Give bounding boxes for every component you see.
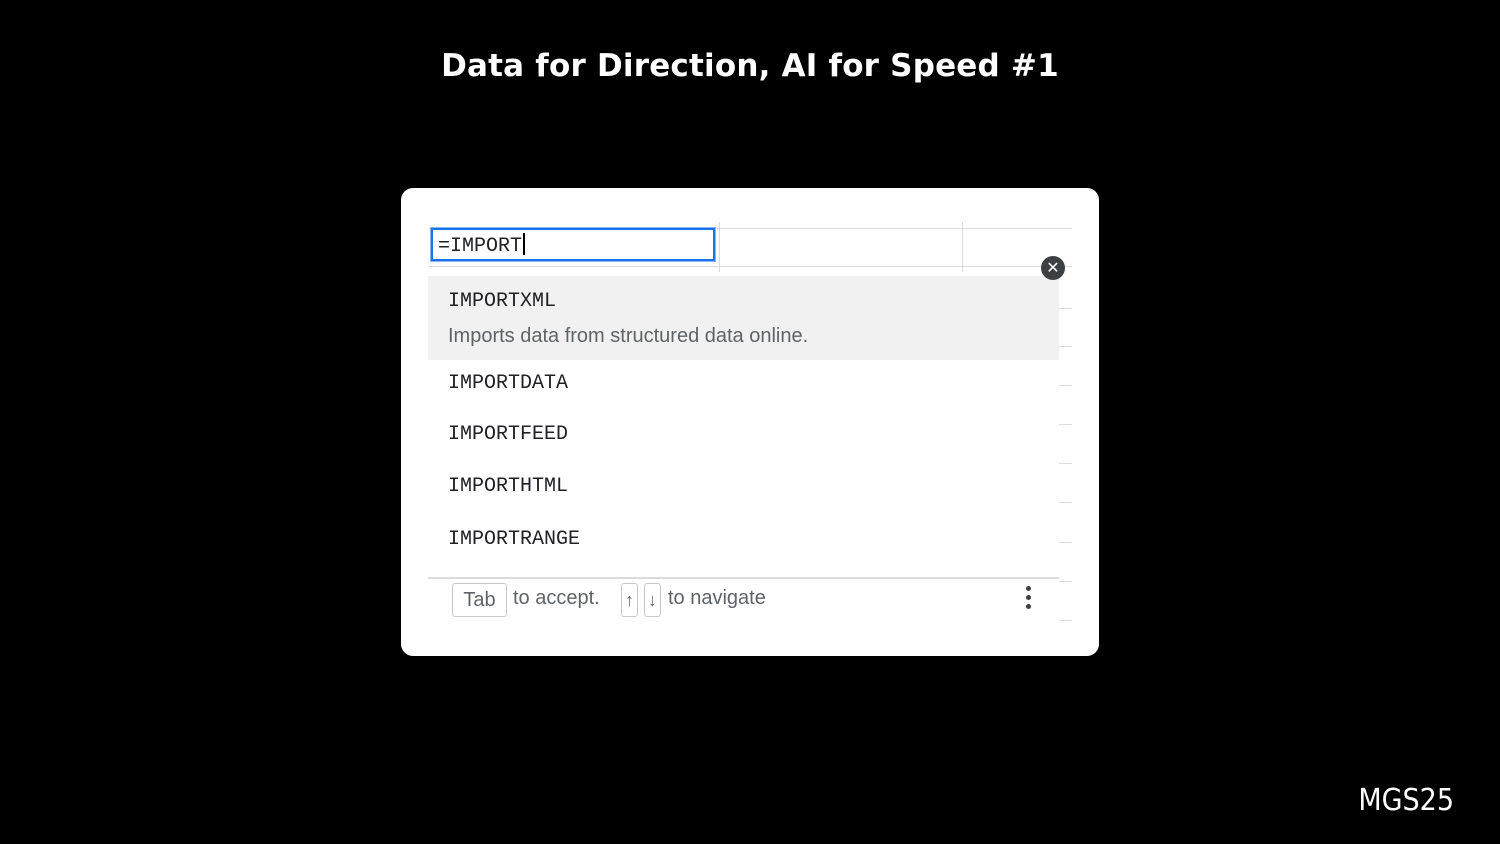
close-icon[interactable]: ✕ bbox=[1041, 256, 1065, 280]
more-vert-icon[interactable] bbox=[1022, 586, 1034, 614]
suggestion-name: IMPORTDATA bbox=[448, 372, 569, 395]
suggestion-item-importxml[interactable]: IMPORTXML Imports data from structured d… bbox=[428, 276, 1059, 360]
formula-text: =IMPORT bbox=[438, 235, 523, 258]
grid-line bbox=[962, 222, 963, 272]
suggestion-name: IMPORTFEED bbox=[448, 423, 569, 446]
grid-line bbox=[1059, 385, 1072, 386]
suggestion-item-importhtml[interactable]: IMPORTHTML bbox=[428, 475, 1059, 498]
screenshot-card: =IMPORT IMPORTXML Imports data from stru… bbox=[401, 188, 1099, 656]
slide-title: Data for Direction, AI for Speed #1 bbox=[441, 48, 1059, 84]
suggestion-name: IMPORTRANGE bbox=[448, 528, 581, 551]
grid-line bbox=[429, 266, 1072, 267]
navigate-hint: to navigate bbox=[668, 587, 766, 609]
event-watermark: MGS25 bbox=[1358, 783, 1454, 818]
suggestion-description: Imports data from structured data online… bbox=[448, 325, 809, 347]
suggestion-item-importdata[interactable]: IMPORTDATA bbox=[428, 372, 1059, 395]
suggestion-item-importrange[interactable]: IMPORTRANGE bbox=[428, 528, 1059, 551]
grid-line bbox=[1059, 542, 1072, 543]
grid-line bbox=[1059, 308, 1072, 309]
tab-key: Tab bbox=[452, 583, 507, 617]
formula-cell-editor[interactable]: =IMPORT bbox=[431, 228, 715, 261]
grid-line bbox=[719, 222, 720, 272]
grid-line bbox=[1059, 424, 1072, 425]
autocomplete-footer: Tab to accept. ↑ ↓ to navigate bbox=[428, 577, 1059, 620]
suggestion-item-importfeed[interactable]: IMPORTFEED bbox=[428, 423, 1059, 446]
text-caret bbox=[523, 233, 526, 255]
grid-line bbox=[1059, 502, 1072, 503]
suggestion-name: IMPORTHTML bbox=[448, 475, 569, 498]
down-arrow-key: ↓ bbox=[644, 583, 661, 617]
grid-line bbox=[1059, 581, 1072, 582]
accept-hint: to accept. bbox=[513, 587, 600, 609]
suggestion-name: IMPORTXML bbox=[448, 290, 557, 313]
autocomplete-dropdown: IMPORTXML Imports data from structured d… bbox=[428, 276, 1059, 621]
grid-line bbox=[1059, 346, 1072, 347]
grid-line bbox=[1059, 463, 1072, 464]
up-arrow-key: ↑ bbox=[621, 583, 638, 617]
